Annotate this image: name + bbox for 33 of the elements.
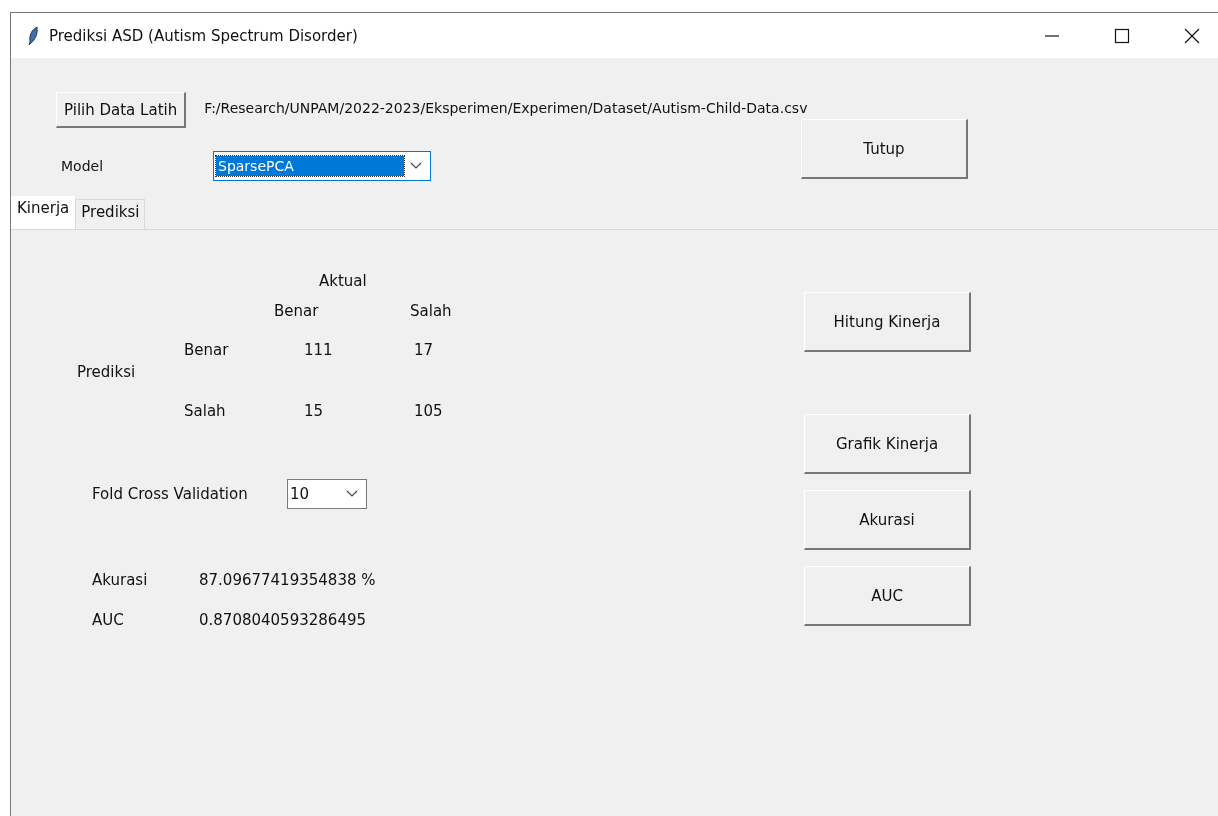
feather-icon — [27, 25, 39, 46]
matrix-value: 105 — [413, 403, 444, 418]
action-button[interactable]: Akurasi — [804, 490, 971, 550]
matrix-value: 15 — [303, 403, 325, 418]
action-button[interactable]: Hitung Kinerja — [804, 292, 971, 352]
row-header: Benar — [184, 342, 230, 357]
matrix-value: 17 — [413, 342, 435, 357]
result-label: Akurasi — [92, 571, 149, 589]
load-data-button[interactable]: Pilih Data Latih — [56, 92, 187, 128]
close-button[interactable]: Tutup — [801, 119, 968, 179]
fold-label: Fold Cross Validation — [92, 485, 249, 503]
maximize-icon[interactable] — [1114, 27, 1130, 44]
result-value: 0.8708040593286495 — [199, 611, 366, 629]
tab[interactable]: Kinerja — [11, 196, 76, 229]
column-header: Benar — [274, 301, 320, 322]
model-label: Model — [60, 158, 105, 174]
matrix-value: 111 — [303, 342, 334, 357]
chevron-icon — [410, 162, 422, 170]
row-header: Salah — [184, 403, 227, 418]
tab[interactable]: Prediksi — [75, 199, 146, 229]
fold-dropdown[interactable]: 10 — [287, 479, 367, 509]
result-label: AUC — [92, 611, 125, 629]
action-button[interactable]: AUC — [804, 566, 971, 626]
action-button[interactable]: Grafik Kinerja — [804, 414, 971, 474]
file-path: F:/Research/UNPAM/2022-2023/Eksperimen/Experimen/Dataset/Autism-Child-Data.csv — [204, 100, 808, 116]
column-header: Salah — [409, 301, 453, 322]
window-title: Prediksi ASD (Autism Spectrum Disorder) — [49, 26, 358, 45]
result-value: 87.09677419354838 % — [199, 571, 376, 589]
predicted-label: Prediksi — [77, 362, 137, 383]
close-icon[interactable] — [1184, 27, 1200, 44]
actual-label: Aktual — [318, 271, 368, 292]
model-dropdown[interactable]: SparsePCA — [213, 151, 431, 181]
chevron-icon — [346, 490, 358, 498]
